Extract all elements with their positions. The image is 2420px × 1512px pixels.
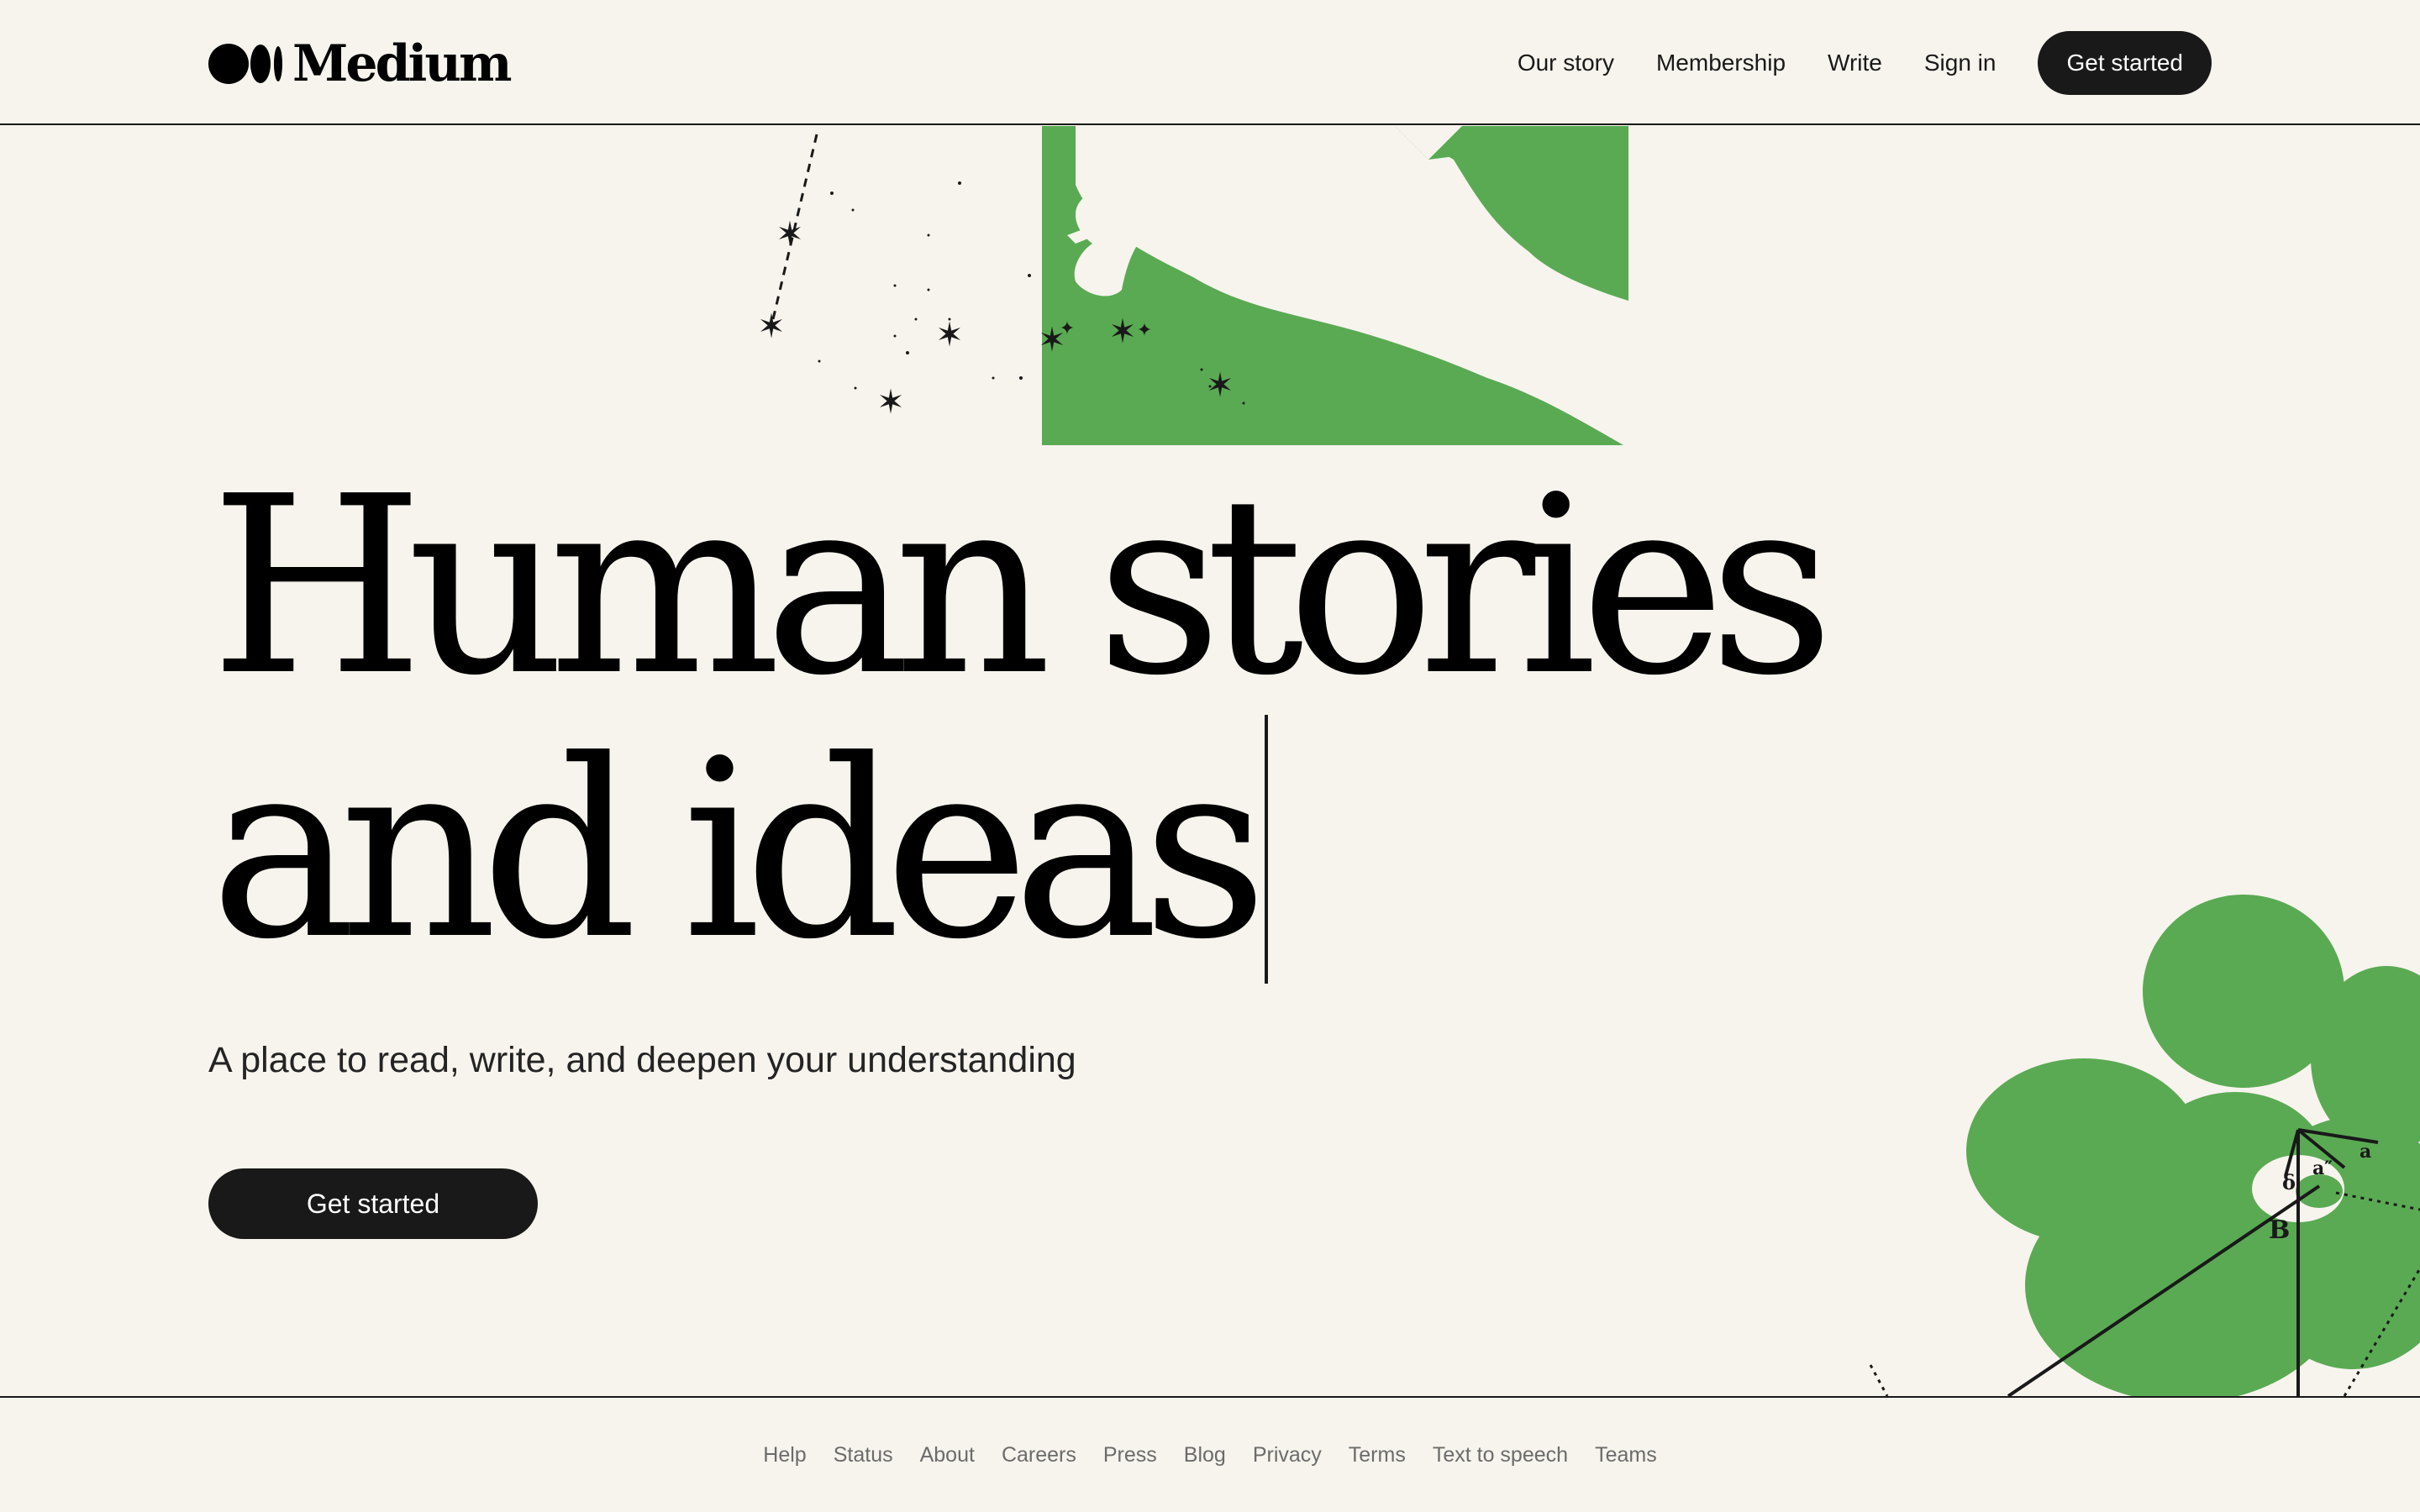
nav-our-story[interactable]: Our story — [1518, 50, 1614, 76]
star: ✶ — [757, 307, 786, 346]
footer-link-about[interactable]: About — [920, 1443, 975, 1467]
star: ✶ — [935, 316, 964, 354]
star: ✶ — [776, 215, 804, 254]
footer-link-text-to-speech[interactable]: Text to speech — [1433, 1443, 1568, 1467]
medium-logo[interactable]: Medium — [208, 34, 512, 93]
nav-sign-in[interactable]: Sign in — [1924, 50, 1996, 76]
site-header: Medium Our story Membership Write Sign i… — [0, 0, 2420, 125]
hero-get-started-button[interactable]: Get started — [208, 1168, 538, 1239]
hero-title: Human stories and ideas — [210, 444, 1834, 984]
footer-link-terms[interactable]: Terms — [1349, 1443, 1406, 1467]
footer-link-teams[interactable]: Teams — [1595, 1443, 1657, 1467]
star: ✦ — [1137, 320, 1152, 341]
medium-logo-icon — [208, 44, 282, 84]
caret-cursor-icon — [1264, 715, 1268, 984]
hand-fragment — [1265, 210, 1307, 235]
header-get-started-button[interactable]: Get started — [2038, 31, 2212, 95]
star: ✦ — [1060, 318, 1075, 339]
hero-title-line-1: Human stories — [210, 444, 1834, 729]
top-nav: Our story Membership Write Sign in Get s… — [1518, 30, 2212, 96]
footer-link-careers[interactable]: Careers — [1002, 1443, 1076, 1467]
hero-title-line-2-text: and ideas — [210, 707, 1268, 993]
flower-center-inner — [2296, 1174, 2343, 1208]
footer-link-help[interactable]: Help — [763, 1443, 806, 1467]
hero-title-line-2: and ideas — [210, 715, 1818, 984]
label-delta: δ — [2282, 1170, 2296, 1194]
footer-link-blog[interactable]: Blog — [1184, 1443, 1226, 1467]
nav-write[interactable]: Write — [1828, 50, 1882, 76]
footer-link-status[interactable]: Status — [834, 1443, 893, 1467]
nav-membership[interactable]: Membership — [1656, 50, 1786, 76]
star: ✶ — [1108, 312, 1137, 351]
label-a: a — [2360, 1141, 2371, 1163]
star: ✶ — [876, 383, 905, 422]
site-footer: Help Status About Careers Press Blog Pri… — [0, 1396, 2420, 1512]
logo-text: Medium — [292, 34, 512, 93]
hero-illustration-top: ✶ ✶ ✶ ✶ ✶ ✶ ✶ ✦ ✦ — [757, 126, 1628, 445]
hero-subtitle: A place to read, write, and deepen your … — [208, 1040, 1076, 1080]
label-b: B — [2269, 1215, 2290, 1245]
label-a-prime: a″ — [2312, 1158, 2333, 1179]
footer-link-privacy[interactable]: Privacy — [1253, 1443, 1322, 1467]
footer-link-press[interactable]: Press — [1103, 1443, 1157, 1467]
hero-illustration-flower: B a″ δ a — [1869, 895, 2420, 1396]
